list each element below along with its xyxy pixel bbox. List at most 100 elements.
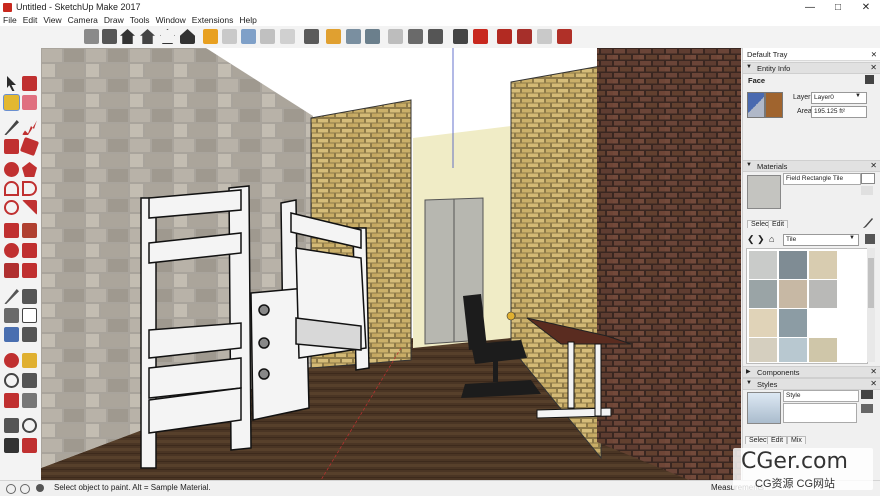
three-point-arc-icon[interactable] [4, 200, 19, 215]
material-swatch[interactable] [808, 250, 838, 280]
line-icon[interactable] [4, 120, 19, 135]
house-side-icon[interactable] [180, 29, 195, 44]
material-swatch[interactable] [808, 337, 838, 363]
close-button[interactable]: ✕ [852, 2, 880, 13]
menu-file[interactable]: File [0, 15, 20, 25]
extension-manager-icon[interactable] [517, 29, 532, 44]
arc-icon[interactable] [4, 181, 19, 196]
polygon-icon[interactable] [22, 162, 37, 177]
entity-info-close-icon[interactable]: ✕ [870, 63, 877, 72]
protractor-icon[interactable] [4, 308, 19, 323]
zoom-window-icon[interactable] [22, 373, 37, 388]
pie-icon[interactable] [22, 200, 37, 215]
help-icon[interactable] [36, 484, 44, 492]
select-arrow-icon[interactable] [7, 76, 16, 91]
share-model-icon[interactable] [222, 29, 237, 44]
make-component-icon[interactable] [22, 76, 37, 91]
forward-arrow-icon[interactable]: ❯ [757, 234, 765, 245]
push-pull-icon[interactable] [22, 223, 37, 238]
style-description-field[interactable] [783, 403, 857, 423]
home-materials-icon[interactable]: ⌂ [769, 234, 774, 244]
shadow-icon[interactable] [346, 29, 361, 44]
materials-close-icon[interactable]: ✕ [870, 161, 877, 170]
sliders-icon[interactable] [408, 29, 423, 44]
front-house-icon[interactable] [140, 29, 155, 44]
menu-camera[interactable]: Camera [65, 15, 101, 25]
previous-view-icon[interactable] [22, 393, 37, 408]
offset-icon[interactable] [22, 263, 37, 278]
sample-paint-icon[interactable] [863, 218, 873, 228]
material-swatch[interactable] [748, 250, 778, 280]
scale-icon[interactable] [4, 263, 19, 278]
search-3d-icon[interactable] [241, 29, 256, 44]
look-around-icon[interactable] [22, 418, 37, 433]
position-camera-icon[interactable] [4, 418, 19, 433]
zoom-extents-icon[interactable] [4, 393, 19, 408]
display-secondary-pane-icon[interactable] [861, 186, 873, 195]
pan-tool-icon[interactable] [22, 353, 37, 368]
styles-tab-mix[interactable]: Mix [787, 436, 806, 444]
menu-view[interactable]: View [40, 15, 64, 25]
styles-close-icon[interactable]: ✕ [870, 379, 877, 388]
update-style-icon[interactable] [861, 404, 873, 413]
materials-scrollbar[interactable] [867, 248, 875, 362]
material-swatch[interactable] [748, 308, 778, 338]
material-swatch[interactable] [778, 279, 808, 309]
two-point-arc-icon[interactable] [22, 181, 37, 196]
orbit-tool-icon[interactable] [4, 353, 19, 368]
components-close-icon[interactable]: ✕ [870, 367, 877, 376]
material-swatch[interactable] [808, 308, 838, 338]
eraser-icon[interactable] [22, 95, 37, 110]
dimension-icon[interactable] [22, 289, 37, 304]
material-swatch[interactable] [778, 308, 808, 338]
rotated-rectangle-icon[interactable] [19, 136, 40, 157]
fog-icon[interactable] [365, 29, 380, 44]
styles-header[interactable]: ▼ Styles ✕ [743, 378, 880, 390]
create-material-icon[interactable] [861, 173, 875, 184]
back-arrow-icon[interactable]: ❮ [747, 234, 755, 245]
details-arrow-icon[interactable] [865, 234, 875, 244]
front-material-swatch[interactable] [747, 92, 765, 118]
orbit-icon[interactable] [84, 29, 99, 44]
material-library-dropdown[interactable]: Tile [783, 234, 859, 246]
maximize-button[interactable]: □ [824, 2, 852, 13]
rectangle-icon[interactable] [4, 139, 19, 154]
menu-edit[interactable]: Edit [20, 15, 41, 25]
materials-header[interactable]: ▼ Materials ✕ [743, 160, 880, 172]
material-swatch[interactable] [778, 337, 808, 363]
ruby-console-icon[interactable] [557, 29, 572, 44]
rotate-icon[interactable] [4, 243, 19, 258]
back-material-swatch[interactable] [765, 92, 783, 118]
menu-extensions[interactable]: Extensions [189, 15, 237, 25]
credits-icon[interactable] [20, 484, 30, 494]
move-icon[interactable] [4, 223, 19, 238]
material-swatch[interactable] [778, 250, 808, 280]
freehand-icon[interactable] [22, 120, 37, 135]
styles-tab-edit[interactable]: Edit [767, 436, 788, 444]
create-style-icon[interactable] [861, 390, 873, 399]
axes-icon[interactable] [4, 327, 19, 342]
layout-icon[interactable] [260, 29, 275, 44]
get-models-icon[interactable] [203, 29, 218, 44]
entity-info-header[interactable]: ▼ Entity Info ✕ [743, 62, 880, 74]
zoom-icon[interactable] [4, 373, 19, 388]
photo-icon[interactable] [453, 29, 468, 44]
geo-location-icon[interactable] [6, 484, 16, 494]
material-name-field[interactable]: Field Rectangle Tile [783, 173, 861, 185]
follow-me-icon[interactable] [22, 243, 37, 258]
3d-text-icon[interactable] [22, 327, 37, 342]
sandbox-icon[interactable] [537, 29, 552, 44]
menu-window[interactable]: Window [153, 15, 189, 25]
paint-bucket-icon[interactable] [4, 95, 19, 110]
upload-icon[interactable] [280, 29, 295, 44]
model-viewport[interactable] [41, 48, 741, 480]
house-outline-icon[interactable] [160, 29, 175, 44]
component-icon[interactable] [326, 29, 341, 44]
material-swatch[interactable] [748, 337, 778, 363]
menu-draw[interactable]: Draw [101, 15, 127, 25]
sound-icon[interactable] [388, 29, 403, 44]
material-swatch[interactable] [748, 279, 778, 309]
menu-help[interactable]: Help [236, 15, 259, 25]
text-icon[interactable] [22, 308, 37, 323]
material-swatch[interactable] [808, 279, 838, 309]
